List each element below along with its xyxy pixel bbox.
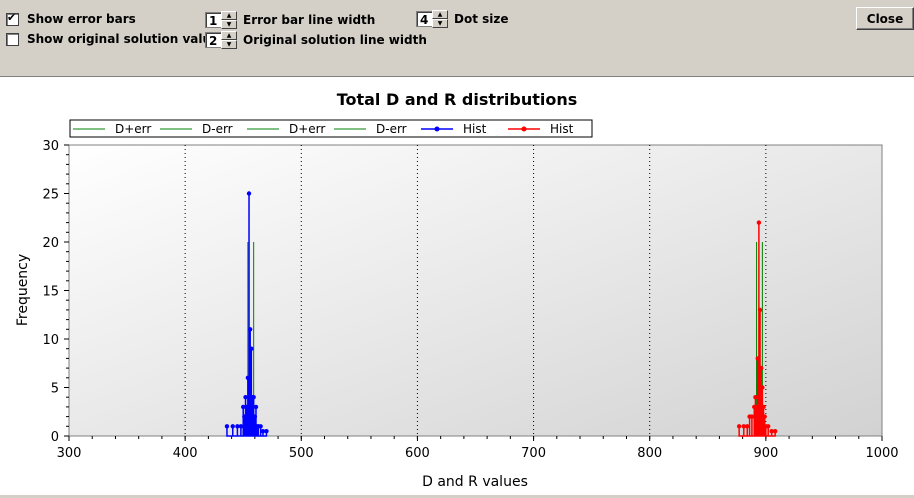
x-tick-label: 700 — [521, 446, 546, 461]
dot-size-label: Dot size — [454, 12, 509, 26]
spin-up-icon[interactable]: ▲ — [221, 11, 237, 20]
spin-up-icon[interactable]: ▲ — [432, 10, 448, 19]
y-tick-label: 0 — [51, 430, 59, 445]
y-tick-label: 30 — [42, 139, 59, 154]
hist-point — [245, 375, 251, 380]
error-bar-width-label: Error bar line width — [243, 13, 376, 27]
options-toolbar: ✔ Show error bars Show original solution… — [0, 0, 914, 76]
spin-up-icon[interactable]: ▲ — [221, 31, 237, 40]
error-bar-width-value[interactable]: 1 — [205, 12, 221, 28]
chart-title: Total D and R distributions — [337, 90, 578, 109]
hist-point — [238, 424, 244, 429]
chart-panel: Total D and R distributions 300 400 500 600… — [0, 76, 914, 495]
hist-point — [264, 428, 269, 434]
dot-size-spinner[interactable]: 4 ▲ ▼ — [416, 10, 448, 28]
show-original-label: Show original solution value — [27, 32, 220, 46]
legend-label: Hist — [463, 122, 487, 136]
legend-label: D+err — [115, 122, 151, 136]
hist-point — [247, 327, 253, 332]
hist-point — [765, 424, 771, 429]
hist-point — [251, 395, 256, 400]
hist-point — [755, 356, 760, 361]
hist-point — [253, 404, 259, 410]
show-original-checkbox[interactable] — [6, 32, 19, 46]
hist-point — [762, 414, 767, 419]
original-line-width-control: 2 ▲ ▼ Original solution line width — [205, 31, 427, 49]
x-tick-label: 600 — [405, 446, 430, 461]
hist-point — [772, 428, 778, 434]
error-bar-width-spinner[interactable]: 1 ▲ ▼ — [205, 11, 237, 29]
hist-point — [246, 191, 252, 196]
legend-label: D+err — [289, 122, 325, 136]
hist-point — [230, 424, 235, 429]
legend-marker — [434, 126, 440, 132]
dot-size-control: 4 ▲ ▼ Dot size — [416, 10, 509, 28]
hist-point — [252, 414, 258, 419]
original-line-width-label: Original solution line width — [243, 33, 427, 47]
error-bar-width-control: 1 ▲ ▼ Error bar line width — [205, 11, 375, 29]
x-tick-label: 300 — [57, 446, 82, 461]
show-original-option[interactable]: Show original solution value — [6, 32, 219, 46]
y-tick-label: 15 — [42, 285, 59, 300]
original-line-width-spinner[interactable]: 2 ▲ ▼ — [205, 31, 237, 49]
x-tick-label: 500 — [289, 446, 314, 461]
legend-label: D-err — [202, 122, 233, 136]
show-error-bars-option[interactable]: ✔ Show error bars — [6, 10, 136, 26]
hist-point — [244, 404, 249, 410]
spin-down-icon[interactable]: ▼ — [221, 20, 237, 29]
x-tick-label: 400 — [173, 446, 198, 461]
hist-point — [756, 220, 762, 225]
checkmark-icon: ✔ — [7, 10, 17, 24]
show-error-bars-checkbox[interactable]: ✔ — [6, 10, 19, 26]
hist-point — [759, 365, 764, 371]
original-line-width-value[interactable]: 2 — [205, 32, 221, 48]
y-tick-label: 10 — [42, 333, 59, 348]
x-tick-label: 900 — [753, 446, 778, 461]
legend-label: D-err — [376, 122, 407, 136]
y-tick-label: 25 — [42, 188, 59, 203]
spin-down-icon[interactable]: ▼ — [432, 19, 448, 28]
hist-point — [243, 395, 248, 400]
hist-point — [757, 307, 763, 313]
hist-point — [736, 424, 742, 429]
y-tick-label: 5 — [51, 382, 59, 397]
hist-point — [258, 424, 263, 429]
hist-point — [749, 414, 755, 419]
hist-point — [224, 424, 230, 429]
x-tick-label: 1000 — [865, 446, 898, 461]
distribution-chart: Total D and R distributions 300 400 500 600… — [15, 90, 899, 490]
spin-down-icon[interactable]: ▼ — [221, 40, 237, 49]
legend-marker — [521, 126, 527, 132]
close-button[interactable]: Close — [856, 7, 914, 30]
y-axis-label: Frequency — [15, 254, 31, 326]
hist-point — [760, 385, 765, 390]
x-axis-label: D and R values — [422, 474, 528, 490]
hist-point — [242, 414, 247, 419]
show-error-bars-label: Show error bars — [27, 12, 136, 26]
dot-size-value[interactable]: 4 — [416, 11, 432, 27]
hist-point — [754, 404, 759, 410]
x-tick-label: 800 — [637, 446, 662, 461]
legend-label: Hist — [550, 122, 574, 136]
y-tick-label: 20 — [42, 236, 59, 251]
hist-point — [753, 395, 758, 400]
hist-point — [745, 424, 750, 429]
hist-point — [761, 404, 766, 410]
hist-point — [249, 346, 254, 351]
